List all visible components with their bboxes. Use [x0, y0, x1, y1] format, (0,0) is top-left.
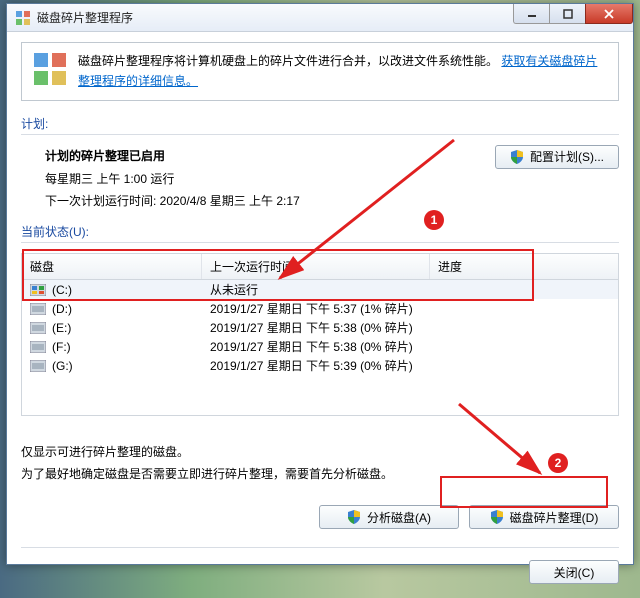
last-run: 2019/1/27 星期日 下午 5:38 (0% 碎片) — [210, 319, 438, 336]
info-text: 磁盘碎片整理程序将计算机硬盘上的碎片文件进行合并，以改进文件系统性能。 获取有关… — [78, 51, 608, 92]
disk-name: (F:) — [52, 340, 71, 354]
status-section-label: 当前状态(U): — [21, 223, 619, 240]
column-last-run[interactable]: 上一次运行时间 — [202, 254, 430, 279]
close-label: 关闭(C) — [554, 564, 595, 581]
close-icon — [603, 9, 615, 19]
divider — [21, 134, 619, 135]
schedule-section-label: 计划: — [21, 115, 619, 132]
window-controls — [513, 4, 633, 24]
shield-icon — [510, 150, 524, 164]
disk-icon — [30, 303, 46, 315]
table-row[interactable]: (E:) 2019/1/27 星期日 下午 5:38 (0% 碎片) — [22, 318, 618, 337]
table-row[interactable]: (C:) 从未运行 — [22, 280, 618, 299]
table-body: (C:) 从未运行 (D:) 2019/1/27 星期日 下午 5:37 (1% 碎片… — [22, 280, 618, 375]
schedule-area: 计划的碎片整理已启用 每星期三 上午 1:00 运行 下一次计划运行时间: 20… — [21, 145, 619, 213]
analyze-button[interactable]: 分析磁盘(A) — [319, 505, 459, 529]
disk-name: (G:) — [52, 359, 73, 373]
action-buttons: 分析磁盘(A) 磁盘碎片整理(D) — [21, 505, 619, 529]
disk-table: 磁盘 上一次运行时间 进度 (C:) 从未运行 (D:) 2019/1/27 星期日 … — [21, 253, 619, 416]
close-button[interactable] — [585, 4, 633, 24]
disk-icon — [30, 284, 46, 296]
last-run: 2019/1/27 星期日 下午 5:37 (1% 碎片) — [210, 300, 438, 317]
schedule-next-run: 下一次计划运行时间: 2020/4/8 星期三 上午 2:17 — [45, 190, 495, 213]
window-title: 磁盘碎片整理程序 — [37, 9, 133, 26]
disk-name: (D:) — [52, 302, 72, 316]
schedule-frequency: 每星期三 上午 1:00 运行 — [45, 168, 495, 191]
disk-icon — [30, 360, 46, 372]
close-dialog-button[interactable]: 关闭(C) — [529, 560, 619, 584]
last-run: 从未运行 — [210, 281, 438, 298]
analyze-label: 分析磁盘(A) — [367, 509, 431, 526]
defrag-window: 磁盘碎片整理程序 磁盘碎片整理程序将计算机硬盘上的碎片文件进行合并，以改进文件系… — [6, 3, 634, 565]
table-empty-space — [22, 375, 618, 415]
hint-text: 仅显示可进行碎片整理的磁盘。 为了最好地确定磁盘是否需要立即进行碎片整理，需要首… — [21, 442, 619, 485]
column-disk[interactable]: 磁盘 — [22, 254, 202, 279]
column-progress[interactable]: 进度 — [430, 254, 618, 279]
info-panel: 磁盘碎片整理程序将计算机硬盘上的碎片文件进行合并，以改进文件系统性能。 获取有关… — [21, 42, 619, 101]
maximize-button[interactable] — [549, 4, 585, 24]
minimize-button[interactable] — [513, 4, 549, 24]
divider — [21, 242, 619, 243]
defrag-icon — [15, 10, 31, 26]
disk-icon — [30, 322, 46, 334]
table-row[interactable]: (G:) 2019/1/27 星期日 下午 5:39 (0% 碎片) — [22, 356, 618, 375]
configure-schedule-label: 配置计划(S)... — [530, 148, 604, 165]
titlebar[interactable]: 磁盘碎片整理程序 — [7, 4, 633, 32]
disk-icon — [30, 341, 46, 353]
last-run: 2019/1/27 星期日 下午 5:39 (0% 碎片) — [210, 357, 438, 374]
divider — [21, 547, 619, 548]
configure-schedule-button[interactable]: 配置计划(S)... — [495, 145, 619, 169]
shield-icon — [490, 510, 504, 524]
defrag-button[interactable]: 磁盘碎片整理(D) — [469, 505, 619, 529]
table-row[interactable]: (F:) 2019/1/27 星期日 下午 5:38 (0% 碎片) — [22, 337, 618, 356]
minimize-icon — [527, 9, 537, 19]
info-panel-icon — [32, 51, 68, 92]
last-run: 2019/1/27 星期日 下午 5:38 (0% 碎片) — [210, 338, 438, 355]
hint-line1: 仅显示可进行碎片整理的磁盘。 — [21, 442, 619, 464]
maximize-icon — [563, 9, 573, 19]
disk-name: (C:) — [52, 283, 72, 297]
disk-name: (E:) — [52, 321, 71, 335]
schedule-title: 计划的碎片整理已启用 — [45, 145, 495, 168]
table-header: 磁盘 上一次运行时间 进度 — [22, 254, 618, 280]
defrag-label: 磁盘碎片整理(D) — [510, 509, 599, 526]
shield-icon — [347, 510, 361, 524]
hint-line2: 为了最好地确定磁盘是否需要立即进行碎片整理，需要首先分析磁盘。 — [21, 464, 619, 486]
table-row[interactable]: (D:) 2019/1/27 星期日 下午 5:37 (1% 碎片) — [22, 299, 618, 318]
info-description: 磁盘碎片整理程序将计算机硬盘上的碎片文件进行合并，以改进文件系统性能。 — [78, 54, 498, 68]
